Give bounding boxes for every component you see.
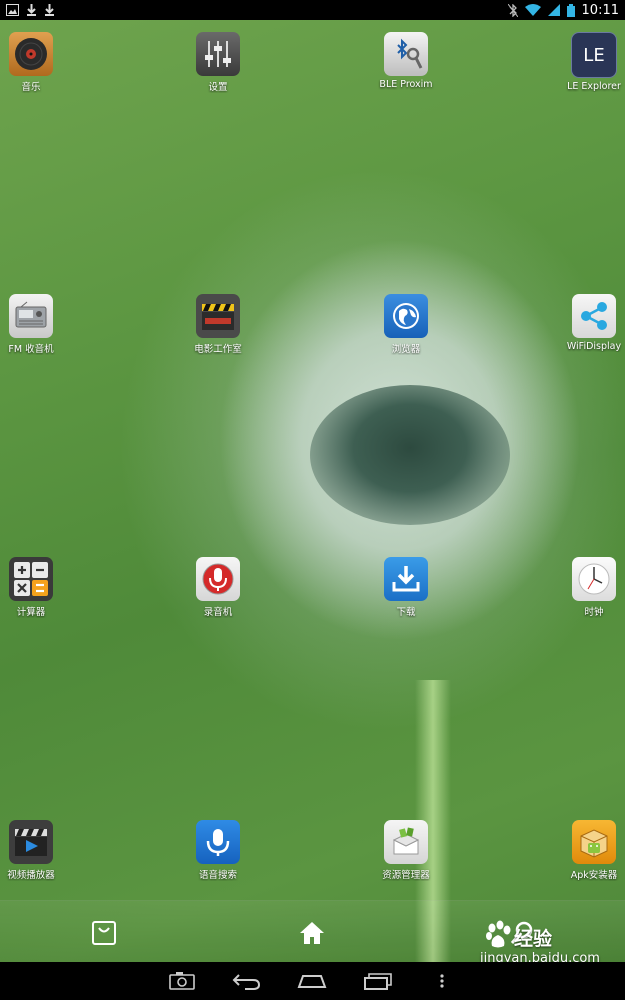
apk-installer-icon: [572, 820, 616, 864]
battery-icon: [566, 3, 575, 17]
signal-icon: [547, 4, 560, 16]
wifi-icon: [524, 4, 541, 16]
app-label: 资源管理器: [382, 870, 430, 881]
app-movie-studio[interactable]: 电影工作室: [173, 294, 263, 355]
app-browser[interactable]: 浏览器: [361, 294, 451, 355]
app-label: 录音机: [203, 607, 233, 618]
navigation-bar: [0, 962, 625, 1000]
download-app-icon: [384, 557, 428, 601]
app-downloads[interactable]: 下载: [361, 557, 451, 618]
app-label: 设置: [208, 82, 228, 93]
voice-search-icon: [196, 820, 240, 864]
app-apk-installer[interactable]: Apk安装器: [549, 820, 625, 881]
shopping-bag-icon[interactable]: [86, 915, 122, 951]
app-label: FM 收音机: [8, 344, 54, 355]
status-clock: 10:11: [581, 2, 619, 18]
app-label: 电影工作室: [194, 344, 242, 355]
baidu-paw-icon: [486, 920, 511, 948]
app-music[interactable]: 音乐: [0, 32, 76, 93]
home-icon[interactable]: [294, 915, 330, 951]
ble-proximity-icon: [384, 32, 428, 76]
fm-radio-icon: [9, 294, 53, 338]
app-le-explorer[interactable]: LE LE Explorer: [549, 32, 625, 92]
app-label: Apk安装器: [570, 870, 618, 881]
wallpaper: [0, 0, 625, 1000]
app-ble-proximity[interactable]: BLE Proxim: [361, 32, 451, 90]
sound-recorder-icon: [196, 557, 240, 601]
app-sound-recorder[interactable]: 录音机: [173, 557, 263, 618]
app-label: BLE Proxim: [379, 79, 433, 90]
app-file-manager[interactable]: 资源管理器: [361, 820, 451, 881]
status-bar: 10:11: [0, 0, 625, 20]
app-fm-radio[interactable]: FM 收音机: [0, 294, 76, 355]
app-video-player[interactable]: 视频播放器: [0, 820, 76, 881]
music-icon: [9, 32, 53, 76]
movie-studio-icon: [196, 294, 240, 338]
app-voice-search[interactable]: 语音搜索: [173, 820, 263, 881]
app-label: 计算器: [16, 607, 46, 618]
app-calculator[interactable]: 计算器: [0, 557, 76, 618]
download-icon: [44, 4, 55, 16]
app-wifi-display[interactable]: WiFiDisplay: [549, 294, 625, 352]
back-icon[interactable]: [230, 968, 262, 994]
bluetooth-off-icon: [507, 3, 518, 17]
wallpaper-dandelion: [310, 385, 510, 525]
app-clock[interactable]: 时钟: [549, 557, 625, 618]
calculator-icon: [9, 557, 53, 601]
app-settings[interactable]: 设置: [173, 32, 263, 93]
home-nav-icon[interactable]: [296, 968, 328, 994]
video-player-icon: [9, 820, 53, 864]
app-label: 时钟: [584, 607, 604, 618]
recent-apps-icon[interactable]: [362, 968, 394, 994]
app-label: WiFiDisplay: [566, 341, 622, 352]
image-notification-icon: [6, 4, 19, 16]
app-label: 视频播放器: [7, 870, 55, 881]
menu-icon[interactable]: [426, 968, 458, 994]
le-explorer-icon: LE: [571, 32, 617, 78]
file-manager-icon: [384, 820, 428, 864]
app-label: LE Explorer: [567, 81, 621, 92]
browser-icon: [384, 294, 428, 338]
share-icon: [572, 294, 616, 338]
clock-icon: [572, 557, 616, 601]
download-icon: [26, 4, 37, 16]
app-label: 语音搜索: [198, 870, 237, 881]
app-label: 下载: [396, 607, 416, 618]
screenshot-icon[interactable]: [166, 968, 198, 994]
app-label: 音乐: [21, 82, 41, 93]
settings-icon: [196, 32, 240, 76]
app-label: 浏览器: [391, 344, 421, 355]
watermark-brand: 经验: [514, 928, 553, 950]
